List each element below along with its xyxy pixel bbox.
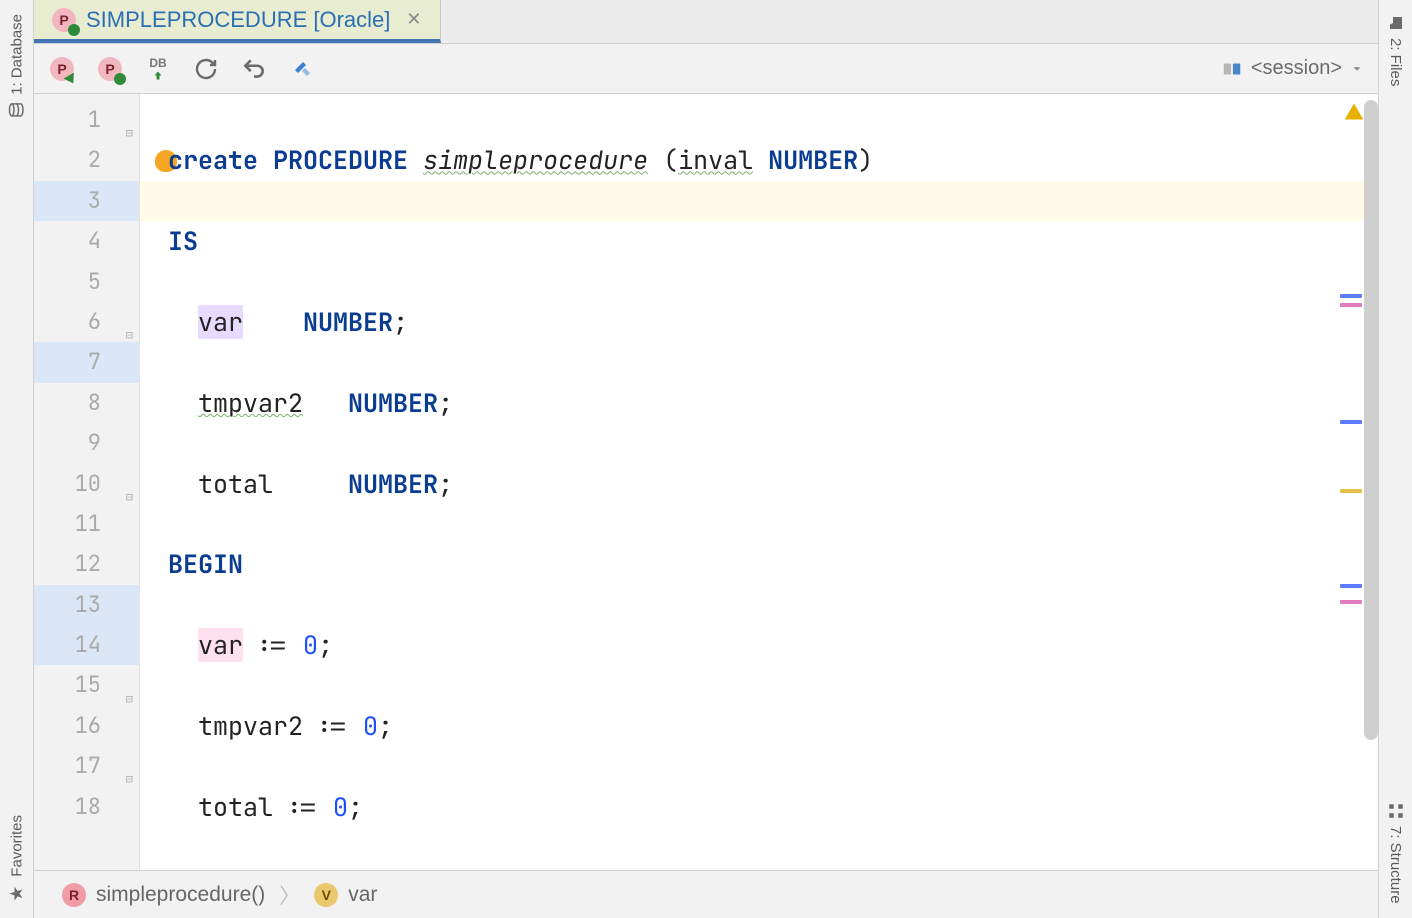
warning-icon[interactable]: [1344, 102, 1364, 127]
favorites-tool-label: Favorites: [8, 815, 25, 877]
procedure-icon: P: [52, 8, 76, 32]
file-tab-simpleprocedure[interactable]: P SIMPLEPROCEDURE [Oracle] ✕: [34, 0, 441, 43]
code-content[interactable]: create PROCEDURE simpleprocedure (inval …: [140, 94, 1378, 870]
line-number-gutter: 1⊟ 2 3 4 5 6⊟ 7 8 9 10⊟ 11 12 13 14 15⊟ …: [34, 94, 140, 870]
session-selector[interactable]: <session>: [1221, 57, 1364, 80]
error-stripe[interactable]: [1348, 94, 1362, 870]
breadcrumb-variable-label: var: [348, 883, 377, 907]
session-label: <session>: [1251, 57, 1342, 80]
jump-to-source-button[interactable]: [288, 55, 316, 83]
variable-icon: V: [314, 883, 338, 907]
files-tool-label: 2: Files: [1387, 38, 1404, 86]
code-editor[interactable]: 1⊟ 2 3 4 5 6⊟ 7 8 9 10⊟ 11 12 13 14 15⊟ …: [34, 94, 1378, 870]
undo-history-button[interactable]: [240, 55, 268, 83]
favorites-tool-tab[interactable]: ★ Favorites: [2, 801, 32, 918]
database-tool-tab[interactable]: 1: Database: [4, 0, 30, 133]
breadcrumb-bar: R simpleprocedure() 〉 V var: [34, 870, 1378, 918]
editor-toolbar: P P DB <session>: [34, 44, 1378, 94]
structure-tool-tab[interactable]: 7: Structure: [1383, 788, 1409, 918]
vertical-scrollbar[interactable]: [1364, 100, 1378, 740]
db-upload-button[interactable]: DB: [144, 55, 172, 83]
refresh-button[interactable]: [192, 55, 220, 83]
chevron-down-icon: [1350, 62, 1364, 76]
file-tab-title: SIMPLEPROCEDURE [Oracle]: [86, 7, 390, 33]
editor-tab-bar: P SIMPLEPROCEDURE [Oracle] ✕: [34, 0, 1378, 44]
right-tool-strip: 2: Files 7: Structure: [1378, 0, 1412, 918]
database-tool-label: 1: Database: [8, 14, 25, 95]
run-button[interactable]: P: [48, 55, 76, 83]
structure-tool-label: 7: Structure: [1387, 826, 1404, 904]
left-tool-strip: 1: Database ★ Favorites: [0, 0, 34, 918]
breadcrumb-variable[interactable]: V var: [314, 883, 377, 907]
breadcrumb-procedure-label: simpleprocedure(): [96, 883, 265, 907]
breadcrumb-procedure[interactable]: R simpleprocedure(): [62, 883, 265, 907]
debug-button[interactable]: P: [96, 55, 124, 83]
close-tab-icon[interactable]: ✕: [406, 9, 421, 30]
files-tool-tab[interactable]: 2: Files: [1383, 0, 1409, 100]
routine-icon: R: [62, 883, 86, 907]
breadcrumb-separator: 〉: [279, 880, 300, 910]
